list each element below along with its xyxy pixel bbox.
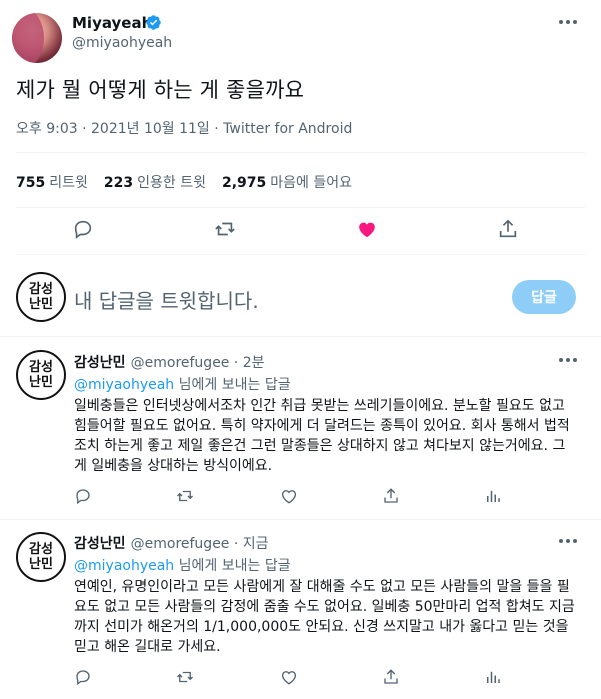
divider — [16, 254, 585, 255]
compose-avatar[interactable]: 감성 난민 — [16, 272, 66, 322]
retweet-icon[interactable] — [176, 668, 194, 690]
reply-author-handle[interactable]: @emorefugee · 지금 — [131, 536, 269, 552]
retweet-stat[interactable]: 755 리트윗 — [16, 172, 88, 192]
reply-header: 감성난민 @emorefugee · 2분 — [74, 352, 265, 372]
replying-mention[interactable]: @miyaohyeah — [74, 377, 174, 393]
reply-avatar-text: 감성 난민 — [29, 542, 53, 572]
reply-avatar[interactable]: 감성 난민 — [16, 350, 66, 400]
analytics-icon[interactable] — [484, 487, 502, 509]
reply-author-name[interactable]: 감성난민 — [74, 536, 126, 552]
share-icon[interactable] — [382, 668, 400, 690]
quote-label: 인용한 트윗 — [137, 175, 206, 191]
replying-suffix: 님에게 보내는 답글 — [174, 377, 291, 393]
compose-avatar-text: 감성 난민 — [29, 282, 53, 312]
share-icon[interactable] — [382, 487, 400, 509]
reply-author-name[interactable]: 감성난민 — [74, 355, 126, 371]
like-stat[interactable]: 2,975 마음에 들어요 — [222, 172, 352, 192]
like-label: 마음에 들어요 — [270, 175, 352, 191]
reply-text: 일베충들은 인터넷상에서조차 인간 취급 못받는 쓰레기들이에요. 분노할 필요… — [74, 398, 570, 474]
reply-more-icon[interactable] — [556, 350, 580, 370]
reply-author-handle[interactable]: @emorefugee · 2분 — [131, 355, 265, 371]
like-icon[interactable] — [280, 487, 298, 509]
reply-actions — [74, 487, 514, 509]
divider — [16, 152, 585, 153]
divider — [0, 519, 601, 520]
tweet-text: 제가 뭘 어떻게 하는 게 좋을까요 — [16, 78, 305, 102]
reply-header: 감성난민 @emorefugee · 지금 — [74, 533, 269, 553]
quote-stat[interactable]: 223 인용한 트윗 — [104, 172, 206, 192]
retweet-icon[interactable] — [214, 218, 236, 240]
divider — [16, 207, 585, 208]
like-icon[interactable] — [356, 218, 378, 240]
analytics-icon[interactable] — [484, 668, 502, 690]
replying-to: @miyaohyeah 님에게 보내는 답글 — [74, 374, 291, 394]
reply-text: 연예인, 유명인이라고 모든 사람에게 잘 대해줄 수도 없고 모든 사람들의 … — [74, 579, 575, 655]
verified-icon — [145, 14, 162, 31]
quote-count: 223 — [103, 175, 134, 191]
retweet-count: 755 — [16, 175, 46, 191]
divider — [0, 336, 601, 337]
more-icon[interactable] — [556, 12, 580, 32]
reply-actions — [74, 668, 514, 690]
tweet-stats: 755 리트윗 223 인용한 트윗 2,975 마음에 들어요 — [16, 172, 352, 192]
reply-more-icon[interactable] — [556, 531, 580, 551]
retweet-icon[interactable] — [176, 487, 194, 509]
tweet-meta[interactable]: 오후 9:03 · 2021년 10월 11일 · Twitter for An… — [16, 118, 352, 138]
replying-to: @miyaohyeah 님에게 보내는 답글 — [74, 555, 291, 575]
replying-suffix: 님에게 보내는 답글 — [174, 558, 291, 574]
reply-icon[interactable] — [74, 487, 92, 509]
author-name[interactable]: Miyayeah — [72, 14, 152, 32]
reply-icon[interactable] — [74, 668, 92, 690]
author-avatar[interactable] — [12, 13, 62, 63]
retweet-label: 리트윗 — [49, 175, 88, 191]
author-handle[interactable]: @miyaohyeah — [72, 35, 172, 51]
like-count: 2,975 — [221, 175, 267, 191]
compose-reply-input[interactable]: 내 답글을 트윗합니다. — [74, 285, 259, 314]
reply-button[interactable]: 답글 — [512, 280, 576, 314]
reply-icon[interactable] — [72, 218, 94, 240]
reply-avatar[interactable]: 감성 난민 — [16, 532, 66, 582]
reply-avatar-text: 감성 난민 — [29, 360, 53, 390]
share-icon[interactable] — [497, 218, 519, 240]
replying-mention[interactable]: @miyaohyeah — [74, 558, 174, 574]
like-icon[interactable] — [280, 668, 298, 690]
